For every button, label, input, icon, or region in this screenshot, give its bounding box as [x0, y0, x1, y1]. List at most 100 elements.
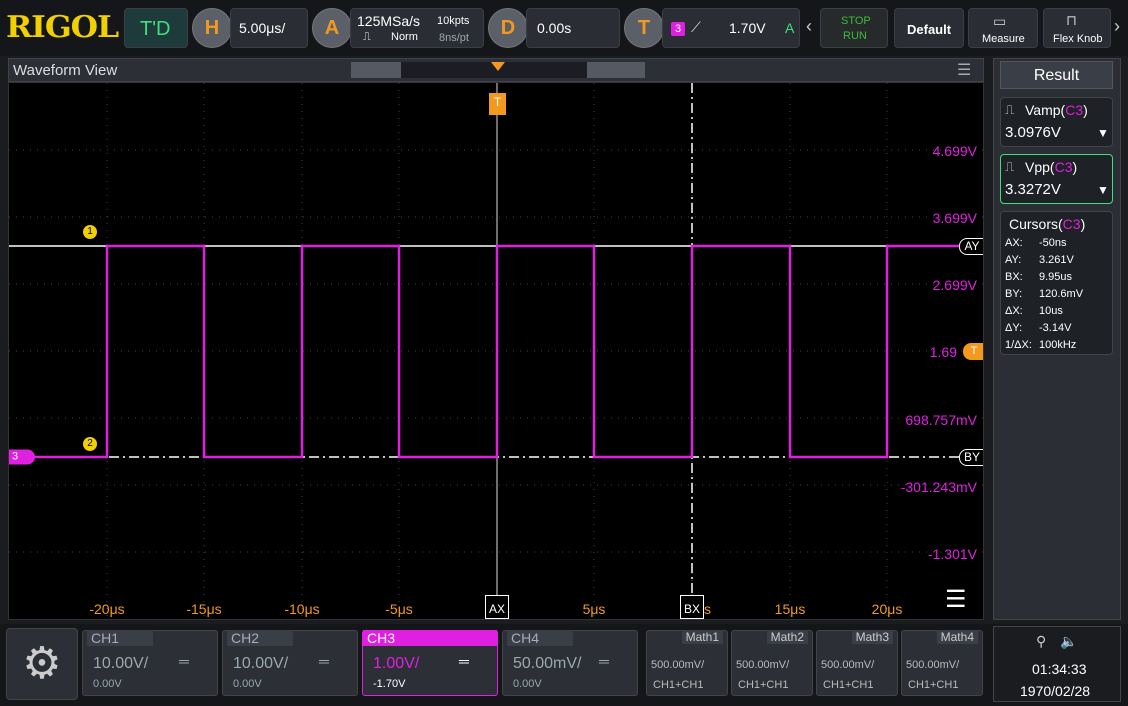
memory-depth: 10kpts	[437, 15, 470, 27]
trigger-source-badge: 3	[671, 22, 685, 36]
vpp-value: 3.3272V	[1005, 181, 1061, 198]
trigger-time-marker[interactable]: T	[489, 93, 506, 115]
math1-box[interactable]: Math1 500.00mV/ CH1+CH1	[646, 630, 728, 696]
math3-source: CH1+CH1	[823, 679, 874, 691]
expand-menu-icon[interactable]: ☰	[945, 585, 967, 614]
clock-time: 01:34:33	[1032, 661, 1087, 677]
horizontal-key[interactable]: H	[192, 8, 232, 48]
chevron-right-icon[interactable]: ›	[1114, 16, 1120, 37]
cursor-value: 9.95us	[1039, 271, 1073, 283]
chevron-down-icon[interactable]: ▼	[1097, 126, 1109, 140]
y-label: 698.757mV	[905, 412, 977, 428]
ch3-box[interactable]: CH3 1.00V/ -1.70V ═	[362, 630, 498, 696]
gear-icon[interactable]: ⚙	[6, 628, 78, 700]
vamp-label: Vamp(	[1025, 102, 1066, 118]
timebase-box[interactable]: 5.00μs/	[230, 8, 308, 48]
cursor-row: ΔX: 10us	[1001, 305, 1112, 322]
delay-box[interactable]: 0.00s	[526, 8, 620, 48]
cursor-key: AX:	[1005, 237, 1023, 249]
acq-mode: Norm	[391, 31, 418, 43]
acquire-key[interactable]: A	[312, 8, 352, 48]
cursor-value: -3.14V	[1039, 322, 1072, 334]
ch2-scale: 10.00V/	[233, 655, 289, 672]
ch1-box[interactable]: CH1 10.00V/ 0.00V ═	[82, 630, 218, 696]
waveform-title: Waveform View	[13, 62, 118, 79]
cursor-row: 1/ΔX: 100kHz	[1001, 339, 1112, 356]
chevron-down-icon[interactable]: ▼	[1097, 183, 1109, 197]
acquire-box[interactable]: 125MSa/s ⎍ Norm 10kpts 8ns/pt	[350, 8, 484, 48]
math1-label: Math1	[681, 630, 723, 644]
default-button[interactable]: Default	[894, 8, 964, 48]
ch3-label: CH3	[363, 630, 497, 646]
rigol-logo: RIGOL	[6, 10, 119, 45]
ch3-offset: -1.70V	[373, 678, 406, 690]
x-label: 20μs	[871, 601, 903, 617]
mode-button[interactable]: T'D	[124, 8, 188, 48]
y-label: -1.301V	[927, 546, 977, 562]
memory-overview-bar[interactable]	[351, 62, 645, 78]
cursor-key: BY:	[1005, 288, 1023, 300]
ch1-offset: 0.00V	[93, 678, 122, 690]
status-box: ⚲ 🔈 01:34:33 1970/02/28	[993, 626, 1121, 702]
ch3-waveform	[9, 244, 983, 459]
ch4-label: CH4	[507, 630, 573, 646]
cursor-ax-tag[interactable]: AX	[485, 595, 509, 619]
ch4-box[interactable]: CH4 50.00mV/ 0.00V ═	[502, 630, 638, 696]
cursors-measurement[interactable]: Cursors(C3) AX: -50ns AY: 3.261V BX: 9.95us…	[1000, 211, 1113, 355]
cursor-row: AX: -50ns	[1001, 237, 1112, 254]
cursors-source: C3	[1062, 216, 1081, 232]
pulse-icon: ⎍	[1005, 159, 1015, 174]
trigger-status: A	[785, 20, 795, 36]
dc-coupling-icon: ═	[179, 653, 189, 669]
y-label: 1.69	[929, 344, 957, 360]
cursor-by-tag[interactable]: BY	[959, 449, 983, 466]
y-label: -301.243mV	[900, 479, 977, 495]
cursor-ay-tag[interactable]: AY	[959, 238, 983, 255]
ch1-scale: 10.00V/	[93, 655, 149, 672]
x-label: -10μs	[284, 601, 320, 617]
cursor-bx-tag[interactable]: BX	[680, 595, 704, 619]
trigger-level-tag[interactable]: T	[963, 343, 983, 360]
measure-button[interactable]: ▭ Measure	[968, 8, 1038, 48]
menu-icon[interactable]: ☰	[957, 60, 971, 80]
chevron-left-icon[interactable]: ‹	[806, 16, 812, 37]
trigger-box[interactable]: 3 ⟋ 1.70V A	[662, 8, 800, 48]
cursor-key: 1/ΔX:	[1005, 339, 1032, 351]
math2-box[interactable]: Math2 500.00mV/ CH1+CH1	[731, 630, 813, 696]
waveform-plot[interactable]: 4.699V 3.699V 2.699V 1.69 698.757mV -301…	[8, 82, 984, 620]
cursor-key: ΔX:	[1005, 305, 1023, 317]
vamp-measurement[interactable]: ⎍ Vamp(C3) 3.0976V ▼	[1000, 97, 1113, 147]
math3-box[interactable]: Math3 500.00mV/ CH1+CH1	[816, 630, 898, 696]
stop-run-button[interactable]: STOP RUN	[820, 8, 888, 48]
cursor-value: 100kHz	[1039, 339, 1077, 351]
ch3-offset-marker[interactable]: 3	[9, 449, 35, 465]
math2-label: Math2	[766, 630, 808, 644]
cursor-key: AY:	[1005, 254, 1022, 266]
ch2-box[interactable]: CH2 10.00V/ 0.00V ═	[222, 630, 358, 696]
marker-2: 2	[83, 437, 97, 451]
close-paren: )	[1080, 216, 1086, 232]
default-label: Default	[907, 22, 952, 37]
x-label-partial: s	[704, 601, 711, 617]
math4-label: Math4	[936, 630, 978, 644]
ch4-offset: 0.00V	[513, 678, 542, 690]
bottom-bar: ⚙ CH1 10.00V/ 0.00V ═ CH2 10.00V/ 0.00V …	[0, 624, 1128, 706]
cursor-row: ΔY: -3.14V	[1001, 322, 1112, 339]
ch1-label: CH1	[87, 630, 153, 646]
usb-icon: ⚲	[1036, 633, 1047, 649]
trigger-key[interactable]: T	[624, 8, 664, 48]
vpp-source: C3	[1054, 159, 1073, 175]
math3-scale: 500.00mV/	[821, 659, 875, 671]
delay-key[interactable]: D	[488, 8, 528, 48]
ch4-scale: 50.00mV/	[513, 655, 582, 672]
vpp-measurement[interactable]: ⎍ Vpp(C3) 3.3272V ▼	[1000, 154, 1113, 204]
math4-box[interactable]: Math4 500.00mV/ CH1+CH1	[901, 630, 983, 696]
x-label: 5μs	[582, 601, 606, 617]
math2-scale: 500.00mV/	[736, 659, 790, 671]
x-label: 15μs	[774, 601, 806, 617]
close-paren: )	[1072, 159, 1078, 175]
flex-knob-button[interactable]: ⊓ Flex Knob	[1043, 8, 1111, 48]
mute-icon[interactable]: 🔈	[1060, 633, 1077, 650]
cursor-value: 120.6mV	[1039, 288, 1084, 300]
pulse-icon: ⎍	[1005, 102, 1015, 117]
